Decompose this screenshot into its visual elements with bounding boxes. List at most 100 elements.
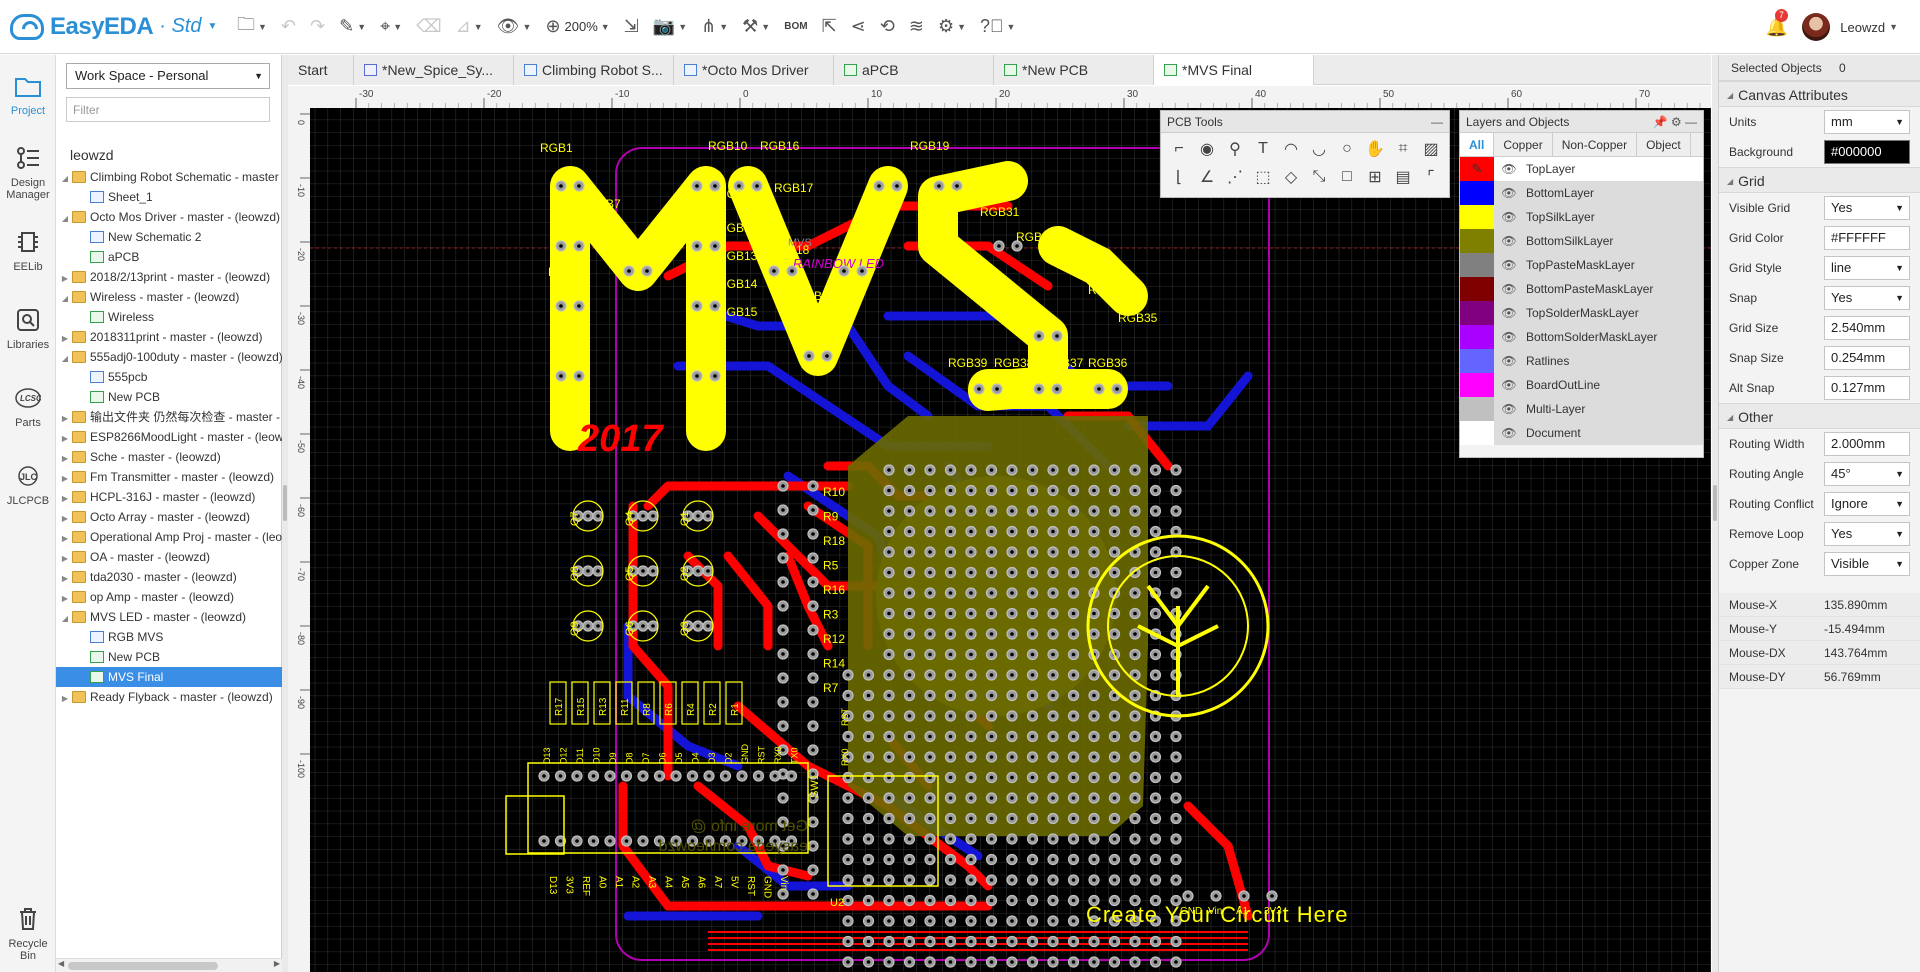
tree-project-node[interactable]: ▶ Operational Amp Proj - master - (leowzd… [56,527,282,547]
share-button[interactable]: ⋖ [844,9,873,45]
layer-row[interactable]: 👁 BottomSilkLayer [1460,229,1703,253]
tree-root[interactable]: leowzd [56,143,282,167]
tree-project-node[interactable]: ◢ MVS LED - master - (leowzd) [56,607,282,627]
eye-icon[interactable]: 👁 [1498,234,1520,248]
layer-row[interactable]: 👁 BottomPasteMaskLayer [1460,277,1703,301]
edit-menu-button[interactable]: ✎ ▼ [332,9,373,45]
rail-project[interactable]: Project [0,55,56,133]
collapsed-triangle-icon[interactable]: ▶ [60,569,70,587]
document-tab[interactable]: Start [288,55,354,85]
grid-size-input[interactable]: 2.540mm [1824,316,1910,340]
collapsed-triangle-icon[interactable]: ▶ [60,509,70,527]
routing-width-input[interactable]: 2.000mm [1824,432,1910,456]
layer-row[interactable]: 👁 TopPasteMaskLayer [1460,253,1703,277]
layer-color-swatch[interactable] [1460,373,1494,397]
eye-icon[interactable]: 👁 [1498,306,1520,320]
import-button[interactable]: ⇲ [617,9,646,45]
camera-button[interactable]: 📷 ▼ [646,9,694,45]
arc-tool-icon[interactable]: ◠ [1277,135,1305,163]
dimension-tool-icon[interactable]: ∠ [1193,163,1221,191]
pencil-icon[interactable]: ✎ [1460,157,1494,181]
pad-tool-icon[interactable]: ◉ [1193,135,1221,163]
photo-view-icon[interactable]: ▤ [1389,163,1417,191]
tree-project-node[interactable]: ▶ HCPL-316J - master - (leowzd) [56,487,282,507]
collapsed-triangle-icon[interactable]: ▶ [60,529,70,547]
tree-project-node[interactable]: ◢ Climbing Robot Schematic - master - (le… [56,167,282,187]
layer-row[interactable]: 👁 TopSolderMaskLayer [1460,301,1703,325]
file-menu-button[interactable]: 🗀 ▼ [230,9,274,45]
units-select[interactable]: mm ▼ [1824,110,1910,134]
rail-eelib[interactable]: EELib [0,211,56,289]
eye-icon[interactable]: 👁 [1498,426,1520,440]
collapsed-triangle-icon[interactable]: ▶ [60,549,70,567]
tree-document-node[interactable]: Sheet_1 [56,187,282,207]
expanded-triangle-icon[interactable]: ◢ [60,289,70,307]
tree-project-node[interactable]: ▶ OA - master - (leowzd) [56,547,282,567]
copper-zone-select[interactable]: Visible ▼ [1824,552,1910,576]
remove-loop-select[interactable]: Yes ▼ [1824,522,1910,546]
circle-tool-icon[interactable]: ○ [1333,135,1361,163]
connect-pad-icon[interactable]: ⋰ [1221,163,1249,191]
avatar[interactable] [1802,13,1831,41]
tree-project-node[interactable]: ▶ 2018311print - master - (leowzd) [56,327,282,347]
layer-row[interactable]: 👁 BoardOutLine [1460,373,1703,397]
tree-project-node[interactable]: ◢ Wireless - master - (leowzd) [56,287,282,307]
cut-out-icon[interactable]: ⤡ [1305,163,1333,191]
expanded-triangle-icon[interactable]: ◢ [60,349,70,367]
text-tool-icon[interactable]: T [1249,135,1277,163]
netlist-button[interactable]: ⋔ ▼ [694,9,735,45]
snap-select[interactable]: Yes ▼ [1824,286,1910,310]
layer-row[interactable]: 👁 BottomSolderMaskLayer [1460,325,1703,349]
panel-controls[interactable]: 📌 ⚙ — [1653,111,1697,133]
copper-area-icon[interactable]: ⊞ [1361,163,1389,191]
visible-grid-select[interactable]: Yes ▼ [1824,196,1910,220]
tree-project-node[interactable]: ▶ tda2030 - master - (leowzd) [56,567,282,587]
document-tab[interactable]: Climbing Robot S... [514,55,674,85]
tools-button[interactable]: ⚒ ▼ [735,9,777,45]
splitter-grip[interactable] [1713,485,1717,521]
collapsed-triangle-icon[interactable]: ▶ [60,449,70,467]
tree-document-node[interactable]: MVS Final [56,667,282,687]
scrollbar-thumb[interactable] [68,962,218,970]
collapsed-triangle-icon[interactable]: ▶ [60,489,70,507]
expanded-triangle-icon[interactable]: ◢ [60,169,70,187]
connect-tool-icon[interactable]: ⌗ [1389,135,1417,163]
layer-color-swatch[interactable] [1460,277,1494,301]
tree-project-node[interactable]: ▶ ESP8266MoodLight - master - (leowzd) [56,427,282,447]
collapsed-triangle-icon[interactable]: ▶ [60,689,70,707]
eye-icon[interactable]: 👁 [1498,186,1520,200]
tree-project-node[interactable]: ▶ Sche - master - (leowzd) [56,447,282,467]
collapsed-triangle-icon[interactable]: ▶ [60,269,70,287]
workspace-select[interactable]: Work Space - Personal ▼ [66,63,270,89]
solid-region-icon[interactable]: ◇ [1277,163,1305,191]
tree-project-node[interactable]: ▶ 输出文件夹 仍然每次检查 - master - (leowzd) [56,407,282,427]
collapsed-triangle-icon[interactable]: ▶ [60,429,70,447]
layers-button[interactable]: ≋ [902,9,931,45]
tree-project-node[interactable]: ▶ Octo Array - master - (leowzd) [56,507,282,527]
tree-project-node[interactable]: ▶ op Amp - master - (leowzd) [56,587,282,607]
eye-icon[interactable]: 👁 [1498,378,1520,392]
layer-color-swatch[interactable] [1460,397,1494,421]
routing-angle-select[interactable]: 45° ▼ [1824,462,1910,486]
notifications-button[interactable]: 🔔 7 [1766,8,1788,38]
collapsed-triangle-icon[interactable]: ▶ [60,589,70,607]
line-tool-icon[interactable]: ⌊ [1165,163,1193,191]
layer-row[interactable]: 👁 Ratlines [1460,349,1703,373]
grid-section[interactable]: ◢ Grid [1719,167,1920,193]
expanded-triangle-icon[interactable]: ◢ [60,209,70,227]
canvas-attributes-section[interactable]: ◢ Canvas Attributes [1719,81,1920,107]
layer-color-swatch[interactable] [1460,349,1494,373]
arc2-tool-icon[interactable]: ◡ [1305,135,1333,163]
layers-tab[interactable]: All [1460,133,1495,156]
rail-jlcpcb[interactable]: JLC JLCPCB [0,445,56,523]
tree-document-node[interactable]: New PCB [56,387,282,407]
place-menu-button[interactable]: ⌖ ▼ [373,9,409,45]
filter-input[interactable] [66,97,270,122]
layers-tab[interactable]: Non-Copper [1553,133,1638,156]
redo-button[interactable]: ↷ [303,9,332,45]
tree-project-node[interactable]: ▶ 2018/2/13print - master - (leowzd) [56,267,282,287]
routing-conflict-select[interactable]: Ignore ▼ [1824,492,1910,516]
layer-color-swatch[interactable] [1460,421,1494,445]
rail-libraries[interactable]: Libraries [0,289,56,367]
eye-icon[interactable]: 👁 [1498,330,1520,344]
